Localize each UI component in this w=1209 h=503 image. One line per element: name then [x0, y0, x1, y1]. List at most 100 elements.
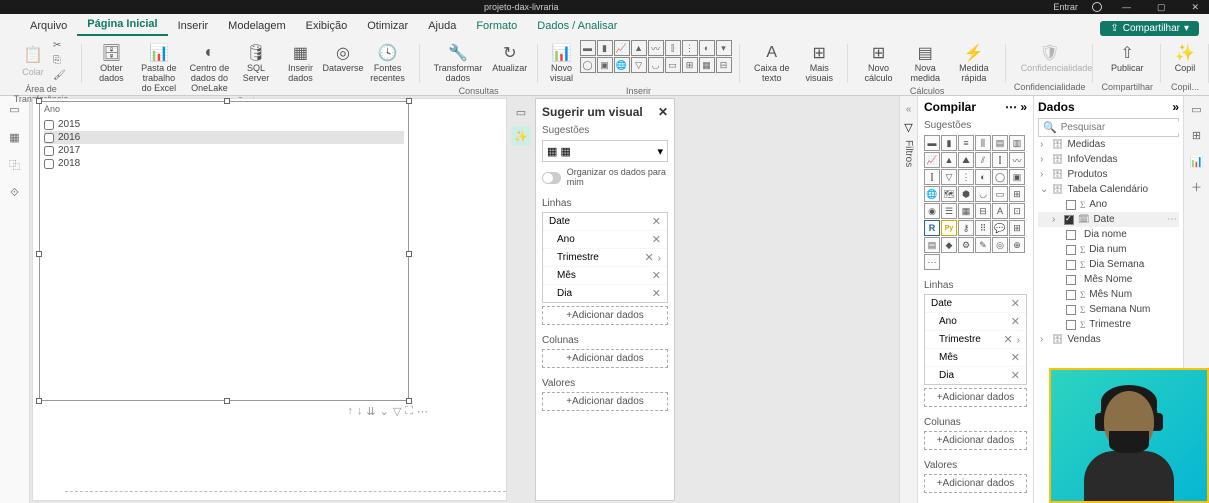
viz-area-icon[interactable]: ▲ [941, 152, 957, 168]
tab-inserir[interactable]: Inserir [168, 16, 219, 36]
compile-rows-well[interactable]: Date✕ Ano✕ Trimestre✕› Mês✕ Dia✕ [924, 294, 1027, 385]
col-dianome[interactable]: Dia nome [1038, 227, 1179, 242]
compile-add-values[interactable]: +Adicionar dados [924, 474, 1027, 493]
format-painter-icon[interactable]: 🖌 [53, 70, 67, 84]
col-ano[interactable]: ΣAno [1038, 197, 1179, 212]
quick-measure-button[interactable]: ⚡Medida rápida [950, 40, 998, 86]
viz-funnel-icon[interactable]: ▽ [631, 57, 647, 73]
col-semananum[interactable]: ΣSemana Num [1038, 302, 1179, 317]
checkbox[interactable] [44, 133, 54, 143]
canvas-visual[interactable]: Ano 2015 2016 2017 2018 ↑ ↓ ⇊ ⌄ ▽ ⛶ [39, 101, 409, 401]
field-date[interactable]: Date✕ [925, 295, 1026, 313]
viz-automate-icon[interactable]: ⚙ [958, 237, 974, 253]
col-date[interactable]: ›🗓Date⋯ [1038, 212, 1179, 227]
compile-add-rows[interactable]: +Adicionar dados [924, 388, 1027, 407]
viz-r-icon[interactable]: R [924, 220, 940, 236]
viz-clustered-bar-icon[interactable]: ≡ [958, 135, 974, 151]
enter-data-button[interactable]: ▦Inserir dados [278, 40, 322, 86]
viz-matrix-icon[interactable]: ⊟ [716, 57, 732, 73]
remove-icon[interactable]: ✕ [1011, 297, 1020, 310]
viz-scatter-icon[interactable]: ⋮ [682, 40, 698, 56]
viz-stacked-area-icon[interactable]: ⛰ [958, 152, 974, 168]
viz-pie-icon[interactable]: ◐ [975, 169, 991, 185]
filter-icon[interactable]: ▽ [393, 405, 401, 418]
field-trimestre[interactable]: Trimestre✕› [543, 249, 667, 267]
rows-well[interactable]: Date✕ Ano✕ Trimestre✕› Mês✕ Dia✕ [542, 212, 668, 303]
viz-treemap-icon[interactable]: ▣ [1009, 169, 1025, 185]
field-ano[interactable]: Ano✕ [925, 313, 1026, 331]
copilot-button[interactable]: ✨Copil [1169, 40, 1201, 76]
viz-donut-icon[interactable]: ◯ [992, 169, 1008, 185]
viz-multi-card-icon[interactable]: ⊞ [1009, 186, 1025, 202]
table-vendas[interactable]: ›🗄Vendas [1038, 332, 1179, 347]
viz-more-icon[interactable]: ⋯ [924, 254, 940, 270]
viz-gauge-icon[interactable]: ◡ [648, 57, 664, 73]
field-mes[interactable]: Mês✕ [925, 349, 1026, 367]
refresh-button[interactable]: ↻Atualizar [490, 40, 530, 76]
resize-handle[interactable] [406, 398, 412, 404]
field-date[interactable]: Date✕ [543, 213, 667, 231]
viz-decomposition-icon[interactable]: ⠿ [975, 220, 991, 236]
viz-card-icon[interactable]: ▭ [992, 186, 1008, 202]
viz-kpi-icon[interactable]: ◉ [924, 203, 940, 219]
close-window-button[interactable]: ✕ [1185, 2, 1205, 13]
user-label[interactable]: Entrar [1053, 2, 1078, 12]
viz-map-icon[interactable]: 🌐 [924, 186, 940, 202]
tab-arquivo[interactable]: Arquivo [20, 16, 77, 36]
field-mes[interactable]: Mês✕ [543, 267, 667, 285]
resize-handle[interactable] [406, 98, 412, 104]
table-calendario[interactable]: ⌄🗄Tabela Calendário [1038, 182, 1179, 197]
transform-data-button[interactable]: 🔧Transformar dados [428, 40, 488, 86]
viz-power-apps-icon[interactable]: ◆ [941, 237, 957, 253]
tab-pagina-inicial[interactable]: Página Inicial [77, 14, 167, 36]
checkbox[interactable] [44, 146, 54, 156]
analytics-rail-button[interactable]: 📊 [1188, 152, 1206, 170]
field-dia[interactable]: Dia✕ [925, 367, 1026, 384]
viz-waterfall-icon[interactable]: ⫿ [665, 40, 681, 56]
viz-pie-icon[interactable]: ◐ [699, 40, 715, 56]
report-canvas[interactable]: Ano 2015 2016 2017 2018 ↑ ↓ ⇊ ⌄ ▽ ⛶ [32, 98, 507, 501]
add-rail-button[interactable]: ＋ [1188, 178, 1206, 196]
viz-new-card-icon[interactable]: ⊡ [1009, 203, 1025, 219]
viz-azure-map-icon[interactable]: A [992, 203, 1008, 219]
table-produtos[interactable]: ›🗄Produtos [1038, 167, 1179, 182]
excel-button[interactable]: 📊Pasta de trabalho do Excel [135, 40, 184, 96]
col-mesnum[interactable]: ΣMês Num [1038, 287, 1179, 302]
drill-down-icon[interactable]: ↓ [357, 405, 363, 418]
checkbox[interactable] [44, 120, 54, 130]
col-diasemana[interactable]: ΣDia Semana [1038, 257, 1179, 272]
tab-otimizar[interactable]: Otimizar [357, 16, 418, 36]
viz-filled-map-icon[interactable]: 🗺 [941, 186, 957, 202]
table-medidas[interactable]: ›🗄Medidas [1038, 137, 1179, 152]
maximize-button[interactable]: ▢ [1151, 2, 1172, 13]
get-data-button[interactable]: 🗄Obter dados [90, 40, 133, 86]
collapse-icon[interactable]: » [1020, 100, 1027, 114]
list-item[interactable]: 2015 [44, 118, 404, 131]
more-icon[interactable]: ⋯ [1005, 100, 1017, 114]
col-trimestre[interactable]: ΣTrimestre [1038, 317, 1179, 332]
field-dia[interactable]: Dia✕ [543, 285, 667, 302]
field-ano[interactable]: Ano✕ [543, 231, 667, 249]
tab-exibicao[interactable]: Exibição [296, 16, 358, 36]
resize-handle[interactable] [36, 98, 42, 104]
viz-paginated-icon[interactable]: ▤ [924, 237, 940, 253]
col-mesnome[interactable]: Mês Nome [1038, 272, 1179, 287]
tab-ajuda[interactable]: Ajuda [418, 16, 466, 36]
more-icon[interactable]: ⋯ [1167, 214, 1177, 225]
remove-icon[interactable]: ✕ [1003, 334, 1012, 346]
viz-table-icon[interactable]: ▦ [699, 57, 715, 73]
resize-handle[interactable] [36, 251, 42, 257]
format-rail-button[interactable]: ⊞ [1188, 126, 1206, 144]
viz-funnel-icon[interactable]: ▽ [941, 169, 957, 185]
chevron-right-icon[interactable]: › [658, 253, 661, 264]
resize-handle[interactable] [406, 251, 412, 257]
viz-shape-map-icon[interactable]: ⬢ [958, 186, 974, 202]
viz-kpi-icon[interactable]: ⊞ [682, 57, 698, 73]
remove-icon[interactable]: ✕ [652, 269, 661, 282]
build-tool-button[interactable]: ▭ [511, 102, 531, 122]
viz-smart-icon[interactable]: ⊞ [1009, 220, 1025, 236]
model-view-button[interactable]: ⿻ [6, 156, 24, 174]
viz-matrix-icon[interactable]: ⊟ [975, 203, 991, 219]
resize-handle[interactable] [224, 98, 230, 104]
tab-dados-analisar[interactable]: Dados / Analisar [527, 16, 627, 36]
